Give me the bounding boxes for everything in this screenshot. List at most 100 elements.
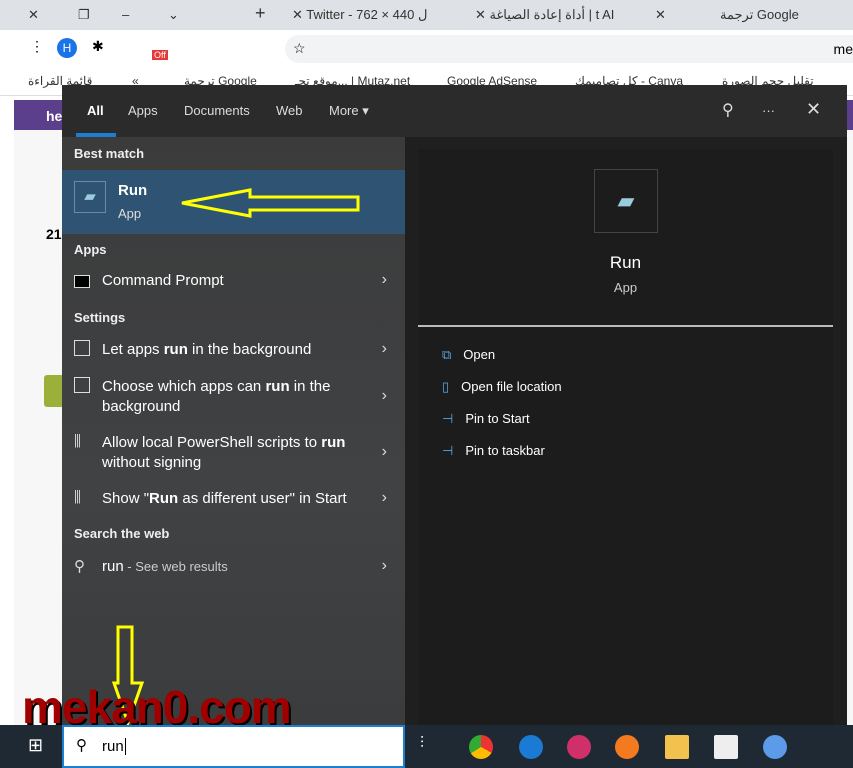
browser-tab[interactable]: ✕ أداة إعادة الصياغة | t AI [475, 7, 614, 23]
action-pin-to-start[interactable]: ⊣ Pin to Start [442, 411, 530, 427]
tab-title: أداة إعادة الصياغة | t AI [489, 7, 615, 22]
section-header: Settings [74, 310, 126, 325]
text: Choose which apps can [102, 378, 266, 395]
file-explorer-icon[interactable] [665, 735, 689, 759]
tab-documents[interactable]: Documents [184, 103, 250, 118]
text: as different user" in Start [178, 490, 347, 507]
tab-title: Twitter - 762 × 440 ل [306, 7, 428, 22]
pin-icon: ⊣ [442, 411, 454, 426]
action-label: Pin to taskbar [465, 443, 545, 458]
result-title: Run [118, 182, 148, 199]
task-view-icon[interactable]: ⫶ [420, 735, 424, 753]
page-number: 21 [46, 226, 62, 242]
close-window-icon[interactable]: ✕ [28, 7, 39, 23]
text: Allow local PowerShell scripts to [102, 434, 322, 451]
restore-icon[interactable]: ❐ [78, 7, 90, 23]
annotation-arrow-left [181, 188, 360, 218]
browser-tab[interactable]: ✕ Twitter - 762 × 440 ل [292, 7, 427, 23]
result-setting[interactable]: ⫼ Show "Run as different user" in Start › [62, 489, 405, 513]
search-icon: ⚲ [74, 558, 85, 575]
text-bold: run [163, 341, 188, 358]
action-open[interactable]: ⧉ Open [442, 347, 495, 363]
text: without signing [102, 454, 202, 471]
tab-all[interactable]: All [87, 103, 104, 118]
search-icon: ⚲ [76, 737, 87, 754]
chevron-right-icon[interactable]: › [382, 443, 387, 461]
edge-icon[interactable] [519, 735, 543, 759]
action-pin-to-taskbar[interactable]: ⊣ Pin to taskbar [442, 443, 545, 459]
green-button[interactable] [44, 375, 64, 407]
tab-search-icon[interactable]: ⌄ [168, 7, 179, 23]
tab-more[interactable]: More ▾ [329, 103, 369, 119]
action-label: Open [463, 347, 496, 362]
text: in the background [187, 341, 312, 358]
windows-search-panel: All Apps Documents Web More ▾ ⚲ ··· ✕ Be… [62, 85, 847, 725]
address-text: me [833, 41, 853, 57]
tab-web[interactable]: Web [276, 103, 303, 118]
results-list: Best match ▰ Run App Apps Command Prompt… [62, 137, 405, 725]
tab-title[interactable]: ترجمة Google [720, 7, 799, 23]
address-bar[interactable]: ☆ me [285, 35, 853, 63]
result-label: Command Prompt [102, 272, 224, 289]
pin-icon: ⊣ [442, 443, 454, 458]
chevron-right-icon[interactable]: › [382, 489, 387, 507]
search-filter-bar: All Apps Documents Web More ▾ ⚲ ··· ✕ [62, 85, 847, 137]
extension-badge: Off [152, 50, 168, 60]
chevron-right-icon[interactable]: › [382, 557, 387, 575]
action-open-file-location[interactable]: ▯ Open file location [442, 379, 562, 395]
result-setting[interactable]: ⫼ Allow local PowerShell scripts to run w… [62, 433, 405, 477]
chevron-right-icon[interactable]: › [382, 271, 387, 289]
tools-icon: ⫼ [74, 489, 81, 506]
more-options-icon[interactable]: ··· [762, 103, 775, 118]
text: Show " [102, 490, 150, 507]
preview-type: App [613, 280, 638, 295]
chevron-right-icon[interactable]: › [382, 387, 387, 405]
settings-graph-icon [74, 377, 90, 393]
site-title: he [46, 108, 63, 124]
text-bold: Run [149, 490, 179, 507]
result-web-search[interactable]: ⚲ run - See web results › [62, 557, 405, 581]
store-icon[interactable] [714, 735, 738, 759]
chevron-right-icon[interactable]: › [382, 340, 387, 358]
run-app-large-icon: ▰ [594, 169, 658, 233]
divider [418, 325, 833, 327]
run-app-icon: ▰ [74, 181, 106, 213]
text-bold: run [321, 434, 346, 451]
result-command-prompt[interactable]: Command Prompt › [62, 271, 405, 297]
extensions-icon[interactable]: ✱ [92, 38, 104, 55]
profile-avatar[interactable]: H [57, 38, 77, 58]
command-prompt-icon [74, 275, 90, 288]
menu-icon[interactable]: ⋮ [30, 38, 44, 55]
taskbar: ⊞ ⚲ run ⫶ [0, 725, 853, 768]
chrome-icon[interactable] [469, 735, 493, 759]
file-icon: ▯ [442, 379, 450, 394]
browser-tab[interactable]: ✕ [655, 7, 666, 23]
result-setting[interactable]: Choose which apps can run in the backgro… [62, 377, 405, 421]
preview-pane: ▰ Run App ⧉ Open ▯ Open file location ⊣ Pin… [418, 149, 833, 725]
text: - See web results [123, 559, 228, 574]
close-icon[interactable]: ✕ [806, 99, 821, 120]
action-label: Pin to Start [465, 411, 530, 426]
preview-title: Run [609, 253, 642, 272]
section-header: Search the web [74, 526, 170, 541]
bookmark-star-icon[interactable]: ☆ [293, 40, 306, 57]
best-match-run[interactable]: ▰ Run App [62, 170, 405, 234]
settings-graph-icon [74, 340, 90, 356]
result-type: App [118, 206, 142, 221]
firefox-icon[interactable] [615, 735, 639, 759]
open-icon: ⧉ [442, 347, 452, 362]
result-setting[interactable]: Let apps run in the background › [62, 340, 405, 364]
windows-start-icon[interactable]: ⊞ [28, 735, 43, 756]
section-header: Best match [74, 146, 145, 161]
text: run [102, 558, 124, 575]
taskbar-search-input[interactable]: ⚲ run [62, 725, 405, 768]
new-tab-button[interactable]: + [255, 3, 266, 24]
feedback-icon[interactable]: ⚲ [722, 100, 734, 120]
app-icon[interactable] [567, 735, 591, 759]
signal-icon[interactable] [763, 735, 787, 759]
tools-icon: ⫼ [74, 433, 81, 450]
tab-apps[interactable]: Apps [128, 103, 158, 118]
minimize-icon[interactable]: – [122, 7, 129, 22]
section-header: Apps [74, 242, 107, 257]
text-bold: run [265, 378, 290, 395]
